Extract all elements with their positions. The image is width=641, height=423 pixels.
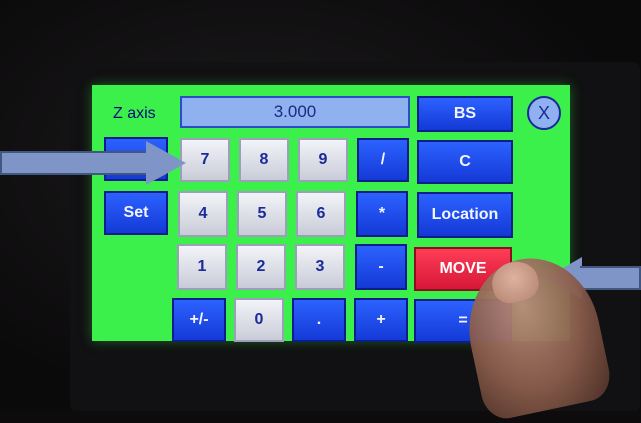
key-5[interactable]: 5 — [237, 191, 287, 237]
key-decimal[interactable]: . — [292, 298, 346, 342]
key-1[interactable]: 1 — [177, 244, 227, 290]
clear-button[interactable]: C — [417, 140, 513, 184]
pointer-arrow-right-icon — [0, 141, 192, 185]
key-4[interactable]: 4 — [178, 191, 228, 237]
axis-label: Z axis — [113, 105, 156, 122]
backspace-button[interactable]: BS — [417, 96, 513, 132]
key-multiply[interactable]: * — [356, 191, 408, 237]
key-plus-minus[interactable]: +/- — [172, 298, 226, 342]
key-0[interactable]: 0 — [234, 298, 284, 342]
location-button[interactable]: Location — [417, 192, 513, 238]
key-plus[interactable]: + — [354, 298, 408, 342]
value-display: 3.000 — [180, 96, 410, 128]
key-minus[interactable]: - — [355, 244, 407, 290]
key-3[interactable]: 3 — [295, 244, 345, 290]
key-9[interactable]: 9 — [298, 138, 348, 182]
key-2[interactable]: 2 — [236, 244, 286, 290]
key-divide[interactable]: / — [357, 138, 409, 182]
key-6[interactable]: 6 — [296, 191, 346, 237]
set-button[interactable]: Set — [104, 191, 168, 235]
close-icon[interactable]: X — [527, 96, 561, 130]
key-8[interactable]: 8 — [239, 138, 289, 182]
